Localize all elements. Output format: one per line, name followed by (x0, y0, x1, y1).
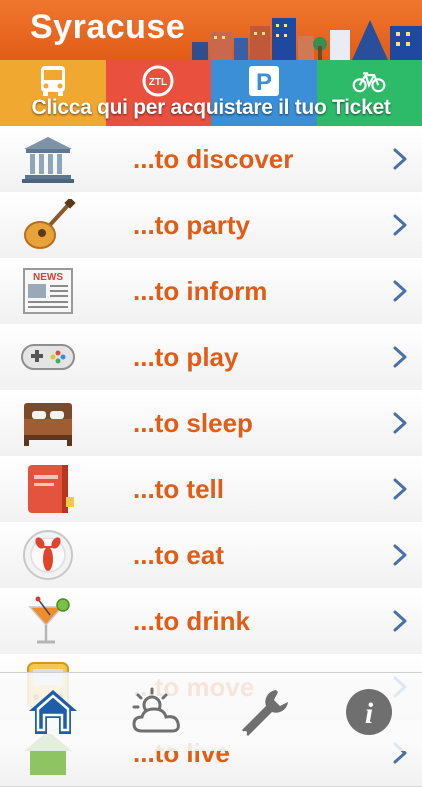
tab-settings[interactable] (211, 673, 317, 751)
chevron-right-icon (390, 543, 410, 567)
notebook-icon (20, 463, 76, 515)
chevron-right-icon (390, 147, 410, 171)
svg-text:ZTL: ZTL (149, 77, 167, 88)
ztl-icon: ZTL (141, 64, 175, 98)
menu-item-drink[interactable]: ...to drink (0, 588, 422, 655)
guitar-icon (20, 199, 76, 251)
menu-item-play[interactable]: ...to play (0, 324, 422, 391)
menu-item-label: ...to play (133, 324, 238, 390)
menu-item-eat[interactable]: ...to eat (0, 522, 422, 589)
lobster-plate-icon (20, 529, 76, 581)
bike-icon (352, 64, 386, 98)
menu-item-tell[interactable]: ...to tell (0, 456, 422, 523)
wrench-icon (236, 686, 292, 738)
museum-icon (20, 133, 76, 185)
menu-item-label: ...to drink (133, 588, 250, 654)
city-skyline-icon (192, 16, 422, 60)
chevron-right-icon (390, 411, 410, 435)
parking-icon: P (247, 64, 281, 98)
app-title: Syracuse (30, 8, 185, 47)
tab-weather[interactable] (106, 673, 212, 751)
menu-item-discover[interactable]: ...to discover (0, 126, 422, 193)
svg-text:NEWS: NEWS (33, 272, 63, 283)
menu-item-label: ...to tell (133, 456, 224, 522)
bottom-tab-bar: i (0, 672, 422, 751)
menu-item-label: ...to eat (133, 522, 224, 588)
gamepad-icon (20, 331, 76, 383)
menu-item-inform[interactable]: NEWS ...to inform (0, 258, 422, 325)
menu-item-label: ...to inform (133, 258, 267, 324)
menu-item-label: ...to sleep (133, 390, 253, 456)
menu-item-label: ...to discover (133, 126, 293, 192)
chevron-right-icon (390, 213, 410, 237)
svg-text:P: P (256, 69, 272, 96)
tab-home[interactable] (0, 673, 106, 751)
bus-icon (36, 64, 70, 98)
cocktail-icon (20, 595, 76, 647)
bed-icon (20, 397, 76, 449)
info-icon: i (344, 687, 394, 737)
menu-item-label: ...to party (133, 192, 250, 258)
ticket-banner-label[interactable]: Clicca qui per acquistare il tuo Ticket (0, 96, 422, 120)
chevron-right-icon (390, 609, 410, 633)
chevron-right-icon (390, 477, 410, 501)
svg-text:i: i (365, 697, 374, 730)
tab-info[interactable]: i (317, 673, 422, 751)
app-header: Syracuse (0, 0, 422, 60)
ticket-purchase-banner[interactable]: ZTL P Clicca qui per acquistare il tuo T… (0, 60, 422, 126)
weather-icon (128, 687, 188, 737)
chevron-right-icon (390, 279, 410, 303)
chevron-right-icon (390, 345, 410, 369)
menu-item-party[interactable]: ...to party (0, 192, 422, 259)
menu-item-sleep[interactable]: ...to sleep (0, 390, 422, 457)
home-icon (26, 687, 80, 737)
newspaper-icon: NEWS (20, 265, 76, 317)
